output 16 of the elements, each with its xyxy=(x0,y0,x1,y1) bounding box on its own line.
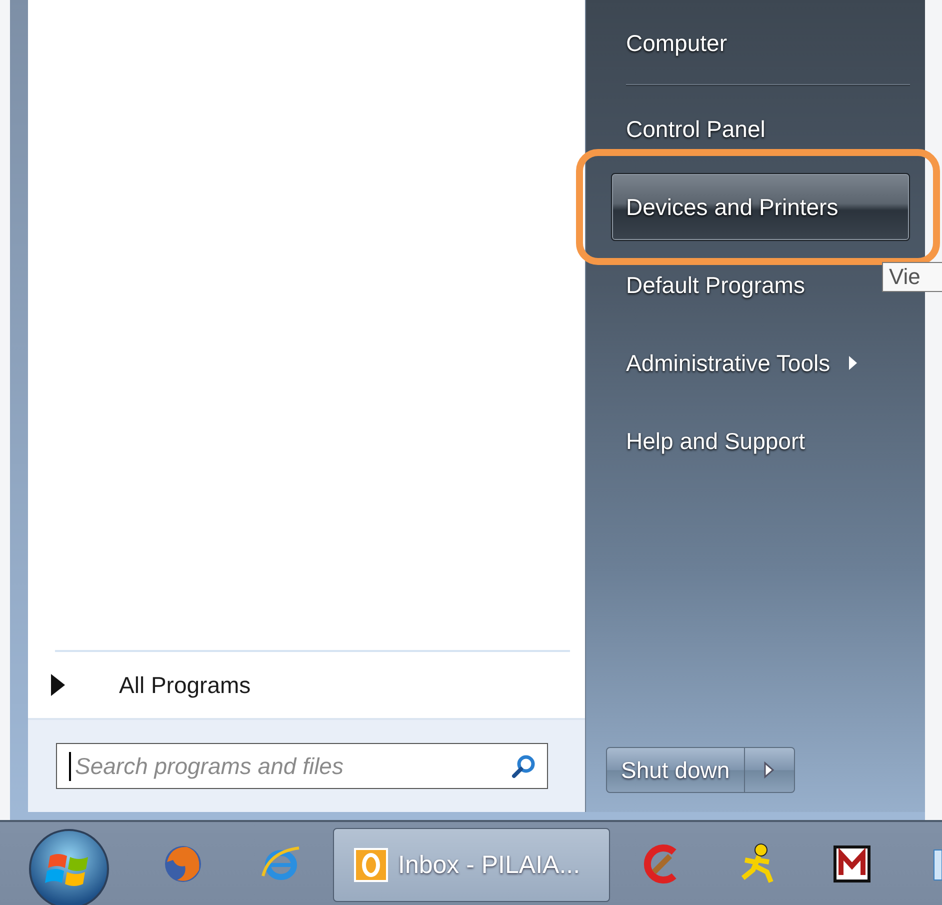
triangle-icon xyxy=(50,673,66,697)
search-field[interactable]: Search programs and files xyxy=(56,743,548,789)
menu-item[interactable]: Control Panel xyxy=(626,116,766,142)
triangle-icon xyxy=(763,761,776,779)
all-programs-item[interactable]: All Programs xyxy=(28,652,585,718)
menu-item[interactable]: Computer xyxy=(626,30,727,56)
tooltip: Vie xyxy=(882,262,942,292)
search-icon xyxy=(511,753,537,779)
menu-item[interactable]: Devices and Printers xyxy=(611,173,910,241)
menu-item[interactable]: Help and Support xyxy=(626,428,806,454)
shut-down-options-button[interactable] xyxy=(744,747,795,793)
mail-app-icon xyxy=(354,848,388,882)
menu-item[interactable]: Administrative Tools xyxy=(626,350,858,376)
menu-item[interactable]: Default Programs xyxy=(626,272,805,298)
start-button[interactable] xyxy=(28,828,110,905)
submenu-arrow-icon xyxy=(848,355,858,371)
